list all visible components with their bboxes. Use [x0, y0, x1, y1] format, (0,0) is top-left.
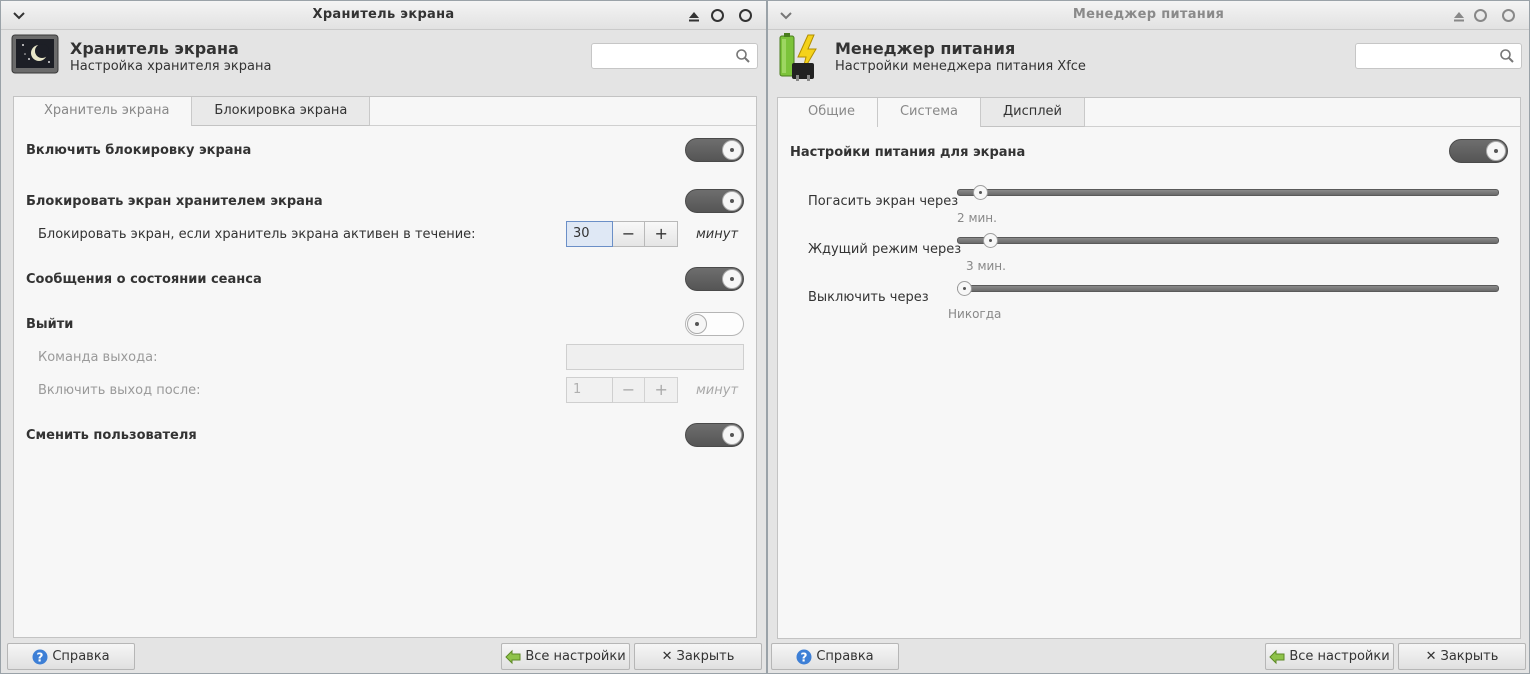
help-button-label: Справка: [52, 649, 110, 664]
sleep-after-slider[interactable]: [957, 237, 1499, 244]
app-header: Менеджер питания Настройки менеджера пит…: [768, 31, 1529, 86]
sleep-after-value: 3 мин.: [966, 259, 1006, 273]
enable-lock-label: Включить блокировку экрана: [26, 143, 252, 158]
help-button[interactable]: ? Справка: [7, 643, 135, 670]
blank-after-value: 2 мин.: [957, 211, 997, 225]
close-button-label: Закрыть: [676, 649, 735, 664]
tab-display[interactable]: Дисплей: [980, 98, 1085, 127]
switch-off-after-label: Выключить через: [808, 290, 929, 305]
screensaver-window: Хранитель экрана Хранитель экрана Настро…: [0, 0, 767, 674]
tab-lock-screen[interactable]: Блокировка экрана: [192, 97, 371, 126]
tab-system[interactable]: Система: [877, 98, 981, 127]
logout-command-field[interactable]: [566, 344, 744, 370]
back-arrow-icon: [505, 649, 521, 664]
help-icon: ?: [32, 649, 48, 664]
tab-bar: Общие Система Дисплей: [778, 98, 1085, 127]
maximize-icon[interactable]: [711, 9, 724, 22]
switch-user-toggle[interactable]: [685, 423, 744, 447]
lock-after-value[interactable]: 30: [566, 221, 613, 247]
all-settings-button[interactable]: Все настройки: [501, 643, 630, 670]
tab-panel: Хранитель экрана Блокировка экрана Включ…: [13, 96, 757, 638]
close-button-label: Закрыть: [1440, 649, 1499, 664]
tab-bar: Хранитель экрана Блокировка экрана: [14, 97, 371, 126]
close-window-icon[interactable]: [1502, 9, 1515, 22]
titlebar[interactable]: Хранитель экрана: [1, 1, 766, 30]
all-settings-button-label: Все настройки: [1289, 649, 1390, 664]
sleep-after-label: Ждущий режим через: [808, 242, 962, 257]
increment-button[interactable]: +: [645, 377, 678, 403]
all-settings-button[interactable]: Все настройки: [1265, 643, 1394, 670]
help-button[interactable]: ? Справка: [771, 643, 899, 670]
logout-after-label: Включить выход после:: [38, 383, 201, 398]
session-messages-toggle[interactable]: [685, 267, 744, 291]
session-messages-label: Сообщения о состоянии сеанса: [26, 272, 262, 287]
tab-general[interactable]: Общие: [778, 98, 878, 127]
switch-user-label: Сменить пользователя: [26, 428, 197, 443]
increment-button[interactable]: +: [645, 221, 678, 247]
titlebar[interactable]: Менеджер питания: [768, 1, 1529, 30]
display-power-label: Настройки питания для экрана: [790, 145, 1026, 160]
switch-off-after-slider-handle[interactable]: [957, 281, 972, 296]
search-input[interactable]: [1355, 43, 1522, 69]
logout-after-value[interactable]: 1: [566, 377, 613, 403]
screensaver-app-icon: [11, 34, 59, 74]
logout-label: Выйти: [26, 317, 74, 332]
blank-after-label: Погасить экран через: [808, 194, 959, 209]
display-power-toggle[interactable]: [1449, 139, 1508, 163]
lock-after-label: Блокировать экран, если хранитель экрана…: [38, 227, 476, 242]
svg-text:?: ?: [801, 650, 808, 664]
lock-after-unit: минут: [696, 227, 739, 242]
lock-after-spinbutton[interactable]: 30 − +: [566, 221, 678, 247]
app-subtitle: Настройка хранителя экрана: [70, 59, 272, 74]
lock-with-saver-toggle[interactable]: [685, 189, 744, 213]
all-settings-button-label: Все настройки: [525, 649, 626, 664]
app-title: Хранитель экрана: [70, 39, 239, 58]
help-button-label: Справка: [816, 649, 874, 664]
help-icon: ?: [796, 649, 812, 664]
back-arrow-icon: [1269, 649, 1285, 664]
power-manager-app-icon: [779, 33, 817, 81]
shade-icon[interactable]: [1452, 9, 1466, 23]
shade-icon[interactable]: [687, 9, 701, 23]
logout-toggle[interactable]: [685, 312, 744, 336]
decrement-button[interactable]: −: [612, 221, 646, 247]
app-subtitle: Настройки менеджера питания Xfce: [835, 59, 1086, 74]
app-header: Хранитель экрана Настройка хранителя экр…: [1, 31, 766, 86]
window-title: Хранитель экрана: [312, 7, 455, 22]
switch-off-after-slider[interactable]: [957, 285, 1499, 292]
logout-after-spinbutton[interactable]: 1 − +: [566, 377, 678, 403]
svg-text:?: ?: [37, 650, 44, 664]
app-title: Менеджер питания: [835, 39, 1016, 58]
blank-after-slider[interactable]: [957, 189, 1499, 196]
blank-after-slider-handle[interactable]: [972, 185, 988, 200]
close-window-icon[interactable]: [739, 9, 752, 22]
enable-lock-toggle[interactable]: [685, 138, 744, 162]
switch-off-after-value: Никогда: [948, 307, 1002, 321]
tab-panel: Общие Система Дисплей Настройки питания …: [777, 97, 1521, 639]
sleep-after-slider-handle[interactable]: [983, 233, 999, 248]
close-icon: ✕: [661, 649, 673, 664]
logout-command-label: Команда выхода:: [38, 350, 158, 365]
window-title: Менеджер питания: [1072, 7, 1225, 22]
close-icon: ✕: [1425, 649, 1437, 664]
power-manager-window: Менеджер питания Менеджер питания Настро…: [767, 0, 1530, 674]
lock-with-saver-label: Блокировать экран хранителем экрана: [26, 194, 323, 209]
close-button[interactable]: ✕ Закрыть: [634, 643, 762, 670]
search-input[interactable]: [591, 43, 758, 69]
close-button[interactable]: ✕ Закрыть: [1398, 643, 1526, 670]
search-icon: [1500, 49, 1514, 63]
maximize-icon[interactable]: [1474, 9, 1487, 22]
search-icon: [736, 49, 750, 63]
logout-after-unit: минут: [696, 383, 739, 398]
decrement-button[interactable]: −: [612, 377, 646, 403]
tab-screensaver[interactable]: Хранитель экрана: [14, 97, 193, 126]
